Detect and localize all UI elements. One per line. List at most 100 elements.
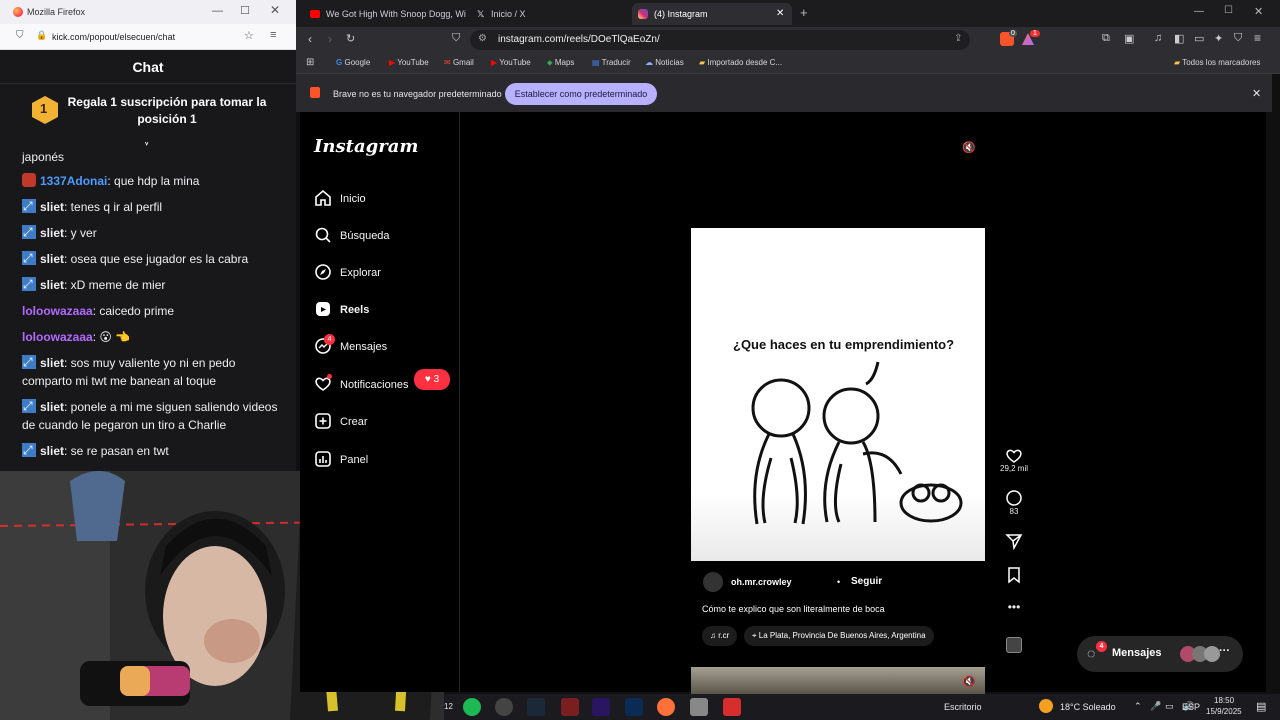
new-tab-icon[interactable]: + [800,5,808,20]
firefox-urlbar[interactable]: ⛉ 🔒 kick.com/popout/elsecuen/chat ☆ ≡ [0,24,296,50]
notification-pill[interactable]: ♥ 3 [414,369,450,390]
location-chip[interactable]: ⌖ La Plata, Provincia De Buenos Aires, A… [744,626,934,646]
desktop-label[interactable]: Escritorio [944,702,982,712]
brave-tabstrip: We Got High With Snoop Dogg, Wi 𝕏 Inicio… [296,0,1280,27]
clock-date[interactable]: 15/9/2025 [1206,707,1242,716]
bookmarks-bar: ⊞ G Google ▶ YouTube ✉ Gmail ▶ YouTube ⬥… [296,53,1280,74]
bookmark-google[interactable]: G Google [336,58,370,67]
music-icon[interactable]: ♫ [1154,32,1162,44]
chat-username[interactable]: sliet [40,226,64,240]
close-icon[interactable]: ✕ [270,3,280,17]
reload-icon[interactable]: ↻ [346,32,355,45]
network-icon[interactable]: ▭ [1165,701,1174,712]
address-bar[interactable]: ⚙ instagram.com/reels/DOeTlQaEoZn/ ⇪ [470,30,970,50]
reel-username[interactable]: oh.mr.crowley [731,577,792,587]
url-text[interactable]: kick.com/popout/elsecuen/chat [52,32,175,42]
wallet-icon[interactable]: ▣ [1124,32,1134,45]
chat-username[interactable]: sliet [40,356,64,370]
reel-description[interactable]: Cómo te explico que son literalmente de … [702,604,885,614]
comment-action[interactable]: 83 [1000,489,1028,516]
site-settings-icon[interactable]: ⚙ [478,33,487,44]
bookmark-youtube[interactable]: ▶ YouTube [491,58,531,67]
chat-username[interactable]: sliet [40,200,64,214]
audio-thumbnail[interactable] [1006,637,1022,653]
chat-username[interactable]: loloowazaaa [22,304,93,318]
shield-icon[interactable]: ⛉ [16,30,24,41]
url-text[interactable]: instagram.com/reels/DOeTlQaEoZn/ [498,34,660,45]
bookmark-folder[interactable]: ▰ Importado desde C... [699,58,782,67]
language[interactable]: ESP [1182,702,1200,712]
wallet-icon[interactable]: ▭ [1194,32,1204,45]
menu-icon[interactable]: ≡ [1254,31,1261,45]
reel-video-frame[interactable] [691,228,985,561]
messages-floating-button[interactable]: ◌ 4 Mensajes ··· [1077,636,1243,672]
notifications-icon[interactable]: ▤ [1256,700,1266,713]
bookmark-icon[interactable]: ⛉ [452,32,460,45]
like-action[interactable]: 29,2 mil [1000,446,1028,473]
instagram-logo[interactable]: Instagram [314,136,418,157]
star-icon[interactable]: ☆ [244,29,254,42]
chat-username[interactable]: sliet [40,400,64,414]
clock-time[interactable]: 18:50 [1214,696,1234,705]
steam-icon[interactable] [527,698,545,716]
audio-chip[interactable]: ♫ r.cr [702,626,738,646]
premiere-icon[interactable] [592,698,610,716]
minimize-icon[interactable]: — [212,5,223,17]
photoshop-icon[interactable] [625,698,643,716]
vpn-icon[interactable]: ⛉ [1234,32,1242,45]
forward-icon[interactable]: › [328,32,332,46]
chat-username[interactable]: 1337Adonai [40,174,107,188]
tab-instagram[interactable]: (4) Instagram ✕ [632,3,792,25]
bookmark-maps[interactable]: ⬥ Maps [547,58,574,68]
minimize-icon[interactable]: — [1194,6,1204,17]
tray-icon[interactable]: ⌃ [1134,701,1142,712]
bookmark-gmail[interactable]: ✉ Gmail [444,58,474,67]
spotify-icon[interactable] [463,698,481,716]
follow-button[interactable]: Seguir [851,576,882,587]
chat-message-list[interactable]: japonés 1337Adonai: que hdp la mina slie… [0,146,292,471]
sidebar-icon[interactable]: ◧ [1174,32,1184,45]
save-action[interactable] [1000,566,1028,584]
weather-text[interactable]: 18°C Soleado [1060,702,1116,712]
compass-icon [315,264,331,280]
chat-username[interactable]: sliet [40,278,64,292]
bookmark-news[interactable]: ☁ Noticias [645,58,684,67]
app-icon[interactable] [723,698,741,716]
gmail-icon: ✉ [444,58,451,67]
back-icon[interactable]: ‹ [308,32,312,46]
mute-icon[interactable]: 🔇 [962,141,976,154]
tab-x[interactable]: 𝕏 Inicio / X [471,3,631,25]
hamburger-menu-icon[interactable]: ≡ [270,29,276,41]
firefox-icon[interactable] [657,698,675,716]
bookmark-youtube[interactable]: ▶ YouTube [389,58,429,67]
notification-dot [327,374,332,379]
next-reel-preview[interactable] [691,667,985,694]
app-icon[interactable] [561,698,579,716]
close-icon[interactable]: ✕ [1254,5,1263,18]
bookmark-translate[interactable]: ▤ Traducir [592,58,631,67]
chat-username[interactable]: loloowazaaa [22,330,93,344]
mute-icon[interactable]: 🔇 [962,675,976,688]
all-bookmarks[interactable]: ▰ Todos los marcadores [1174,58,1261,67]
chat-username[interactable]: sliet [40,252,64,266]
mic-icon[interactable]: 🎤 [1150,701,1161,712]
chat-message: sliet: tenes q ir al perfil [22,197,284,216]
tab-youtube[interactable]: We Got High With Snoop Dogg, Wi [304,3,466,25]
messages-badge: 4 [1096,641,1107,652]
leo-ai-icon[interactable]: ✦ [1214,32,1223,45]
heart-icon: ♥ [424,374,431,385]
avatar[interactable] [703,572,723,592]
chat-username[interactable]: sliet [40,444,64,458]
tab-close-icon[interactable]: ✕ [776,3,784,25]
close-icon[interactable]: ✕ [1252,87,1261,100]
share-action[interactable] [1000,532,1028,550]
set-default-button[interactable]: Establecer como predeterminado [505,83,657,105]
extensions-icon[interactable]: ⧉ [1102,32,1110,45]
maximize-icon[interactable]: ☐ [1224,5,1233,16]
maximize-icon[interactable]: ☐ [240,4,250,17]
apps-grid-icon[interactable]: ⊞ [306,57,314,68]
app-icon[interactable] [690,698,708,716]
share-icon[interactable]: ⇪ [954,33,962,44]
obs-icon[interactable] [495,698,513,716]
more-options-icon[interactable]: ••• [1000,600,1028,614]
